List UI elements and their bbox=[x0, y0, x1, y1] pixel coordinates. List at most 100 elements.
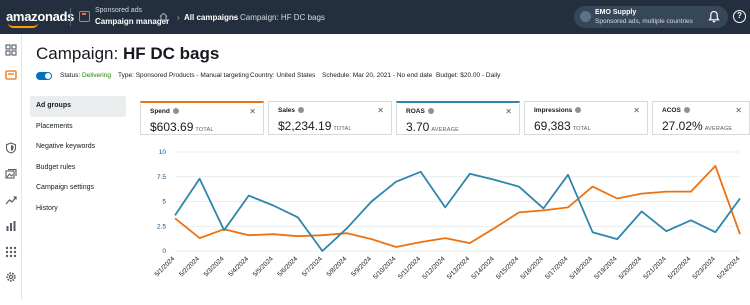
shield-icon[interactable] bbox=[5, 142, 17, 154]
country-label: Country: bbox=[250, 72, 275, 79]
x-tick-label: 5/4/2024 bbox=[227, 255, 250, 278]
help-icon[interactable]: ? bbox=[733, 10, 746, 23]
x-tick-label: 5/3/2024 bbox=[203, 255, 226, 278]
settings-icon[interactable] bbox=[5, 271, 17, 283]
type-value: Sponsored Products - Manual targeting bbox=[136, 72, 249, 79]
metric-qualifier: TOTAL bbox=[195, 127, 213, 133]
info-icon[interactable] bbox=[428, 108, 434, 114]
info-icon[interactable] bbox=[575, 107, 581, 113]
account-icon bbox=[580, 11, 591, 22]
metric-value: 3.70AVERAGE bbox=[406, 120, 459, 134]
country-value: United States bbox=[276, 72, 315, 79]
close-icon[interactable]: ✕ bbox=[505, 107, 512, 116]
page-title-campaign-name: HF DC bags bbox=[123, 44, 219, 63]
metric-qualifier: TOTAL bbox=[573, 126, 591, 132]
x-tick-label: 5/11/2024 bbox=[397, 255, 422, 280]
reports-icon[interactable] bbox=[5, 220, 17, 232]
x-tick-label: 5/22/2024 bbox=[667, 255, 693, 281]
schedule-meta: Schedule: Mar 20, 2021 - No end date bbox=[322, 72, 432, 79]
metric-label: Spend bbox=[150, 108, 179, 115]
x-tick-label: 5/13/2024 bbox=[446, 255, 472, 281]
bell-icon[interactable] bbox=[708, 10, 720, 23]
breadcrumb-all-campaigns[interactable]: All campaigns bbox=[184, 13, 238, 22]
status-meta: Status: Delivering bbox=[60, 72, 111, 79]
dashboard-icon[interactable] bbox=[5, 44, 17, 56]
type-meta: Type: Sponsored Products - Manual target… bbox=[118, 72, 249, 79]
metric-value: 69,383TOTAL bbox=[534, 119, 591, 133]
trend-icon[interactable] bbox=[5, 194, 17, 206]
left-icon-rail bbox=[0, 34, 22, 300]
metric-label: Impressions bbox=[534, 107, 581, 114]
metric-label: ACOS bbox=[662, 107, 690, 114]
y-tick-label: 0 bbox=[162, 248, 166, 255]
gallery-icon[interactable] bbox=[5, 168, 17, 180]
x-tick-label: 5/14/2024 bbox=[470, 255, 496, 281]
series-line-roas[interactable] bbox=[175, 172, 740, 251]
x-tick-label: 5/16/2024 bbox=[519, 255, 545, 281]
apps-icon[interactable] bbox=[5, 246, 17, 258]
metric-card-acos[interactable]: ACOS ✕ 27.02%AVERAGE bbox=[652, 101, 750, 135]
x-tick-label: 5/12/2024 bbox=[421, 255, 447, 281]
subnav-history[interactable]: History bbox=[30, 199, 126, 220]
country-meta: Country: United States bbox=[250, 72, 315, 79]
x-tick-label: 5/23/2024 bbox=[691, 255, 717, 281]
status-value: Delivering bbox=[82, 72, 111, 79]
series-line-spend[interactable] bbox=[175, 166, 740, 247]
metric-qualifier: TOTAL bbox=[333, 126, 351, 132]
x-tick-label: 5/9/2024 bbox=[350, 255, 373, 278]
y-tick-label: 5 bbox=[162, 199, 166, 206]
campaign-icon[interactable] bbox=[5, 69, 17, 81]
y-tick-label: 7.5 bbox=[157, 174, 166, 181]
logo-smile bbox=[8, 23, 38, 28]
amazon-ads-logo[interactable]: amazonads bbox=[6, 9, 74, 24]
close-icon[interactable]: ✕ bbox=[735, 106, 742, 115]
x-tick-label: 5/10/2024 bbox=[372, 255, 398, 281]
logo-text: amazonads bbox=[6, 9, 74, 24]
sponsored-ads-icon bbox=[79, 11, 90, 22]
info-icon[interactable] bbox=[173, 108, 179, 114]
close-icon[interactable]: ✕ bbox=[377, 106, 384, 115]
home-icon[interactable] bbox=[159, 12, 168, 21]
close-icon[interactable]: ✕ bbox=[249, 107, 256, 116]
line-chart-svg: 02.557.510 5/1/20245/2/20245/3/20245/4/2… bbox=[140, 140, 750, 300]
x-tick-label: 5/2/2024 bbox=[178, 255, 201, 278]
budget-label: Budget: bbox=[436, 72, 458, 79]
metric-card-roas[interactable]: ROAS ✕ 3.70AVERAGE bbox=[396, 101, 520, 135]
x-tick-label: 5/6/2024 bbox=[276, 255, 299, 278]
x-tick-label: 5/19/2024 bbox=[593, 255, 619, 281]
x-tick-label: 5/15/2024 bbox=[495, 255, 521, 281]
performance-chart[interactable]: 02.557.510 5/1/20245/2/20245/3/20245/4/2… bbox=[140, 140, 750, 300]
top-navigation-bar: amazonads Sponsored ads Campaign manager… bbox=[0, 0, 750, 34]
y-tick-label: 10 bbox=[159, 149, 167, 156]
subnav-placements[interactable]: Placements bbox=[30, 117, 126, 138]
y-tick-label: 2.5 bbox=[157, 223, 166, 230]
metric-label: Sales bbox=[278, 107, 304, 114]
metric-card-impressions[interactable]: Impressions ✕ 69,383TOTAL bbox=[524, 101, 648, 135]
subnav-campaign-settings[interactable]: Campaign settings bbox=[30, 178, 126, 199]
x-tick-label: 5/21/2024 bbox=[642, 255, 668, 281]
account-subtitle: Sponsored ads, multiple countries bbox=[595, 18, 693, 25]
breadcrumb-separator: › bbox=[177, 13, 180, 22]
breadcrumb-separator: › bbox=[232, 13, 235, 22]
account-name: EMO Supply bbox=[595, 9, 636, 16]
page-title-prefix: Campaign: bbox=[36, 44, 118, 63]
campaign-status-toggle[interactable] bbox=[36, 72, 52, 80]
product-line-1: Sponsored ads bbox=[95, 7, 142, 14]
x-tick-label: 5/5/2024 bbox=[252, 255, 275, 278]
subnav-ad-groups[interactable]: Ad groups bbox=[30, 96, 126, 117]
x-tick-label: 5/24/2024 bbox=[716, 255, 742, 281]
x-tick-label: 5/18/2024 bbox=[569, 255, 595, 281]
subnav-budget-rules[interactable]: Budget rules bbox=[30, 158, 126, 179]
close-icon[interactable]: ✕ bbox=[633, 106, 640, 115]
metric-card-spend[interactable]: Spend ✕ $603.69TOTAL bbox=[140, 101, 264, 135]
account-switcher[interactable]: EMO Supply Sponsored ads, multiple count… bbox=[574, 6, 728, 28]
type-label: Type: bbox=[118, 72, 134, 79]
subnav-negative-keywords[interactable]: Negative keywords bbox=[30, 137, 126, 158]
info-icon[interactable] bbox=[298, 107, 304, 113]
metric-value: $603.69TOTAL bbox=[150, 120, 214, 134]
metric-value: 27.02%AVERAGE bbox=[662, 119, 732, 133]
metric-value: $2,234.19TOTAL bbox=[278, 119, 352, 133]
x-tick-label: 5/8/2024 bbox=[326, 255, 349, 278]
info-icon[interactable] bbox=[684, 107, 690, 113]
metric-card-sales[interactable]: Sales ✕ $2,234.19TOTAL bbox=[268, 101, 392, 135]
